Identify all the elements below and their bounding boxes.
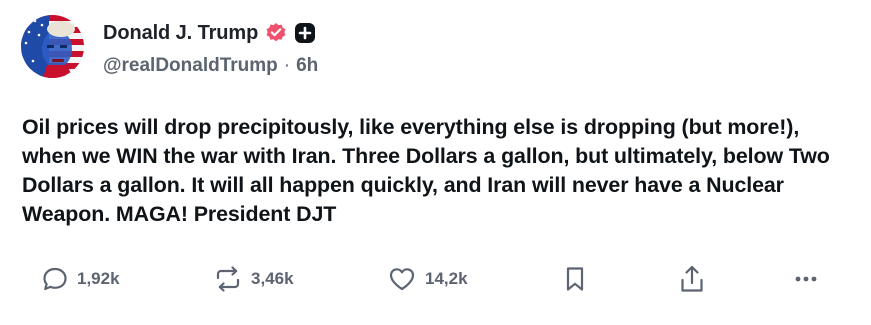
like-count: 14,2k	[425, 269, 468, 288]
reply-icon	[43, 267, 67, 291]
bookmark-button[interactable]	[563, 260, 587, 298]
share-button[interactable]	[679, 260, 705, 298]
bookmark-icon	[566, 267, 584, 291]
like-button[interactable]: 14,2k	[388, 260, 468, 298]
share-icon	[681, 265, 703, 292]
post-text: Oil prices will drop precipitously, like…	[22, 115, 830, 226]
timestamp[interactable]: 6h	[296, 55, 318, 77]
display-name[interactable]: Donald J. Trump	[103, 22, 258, 45]
plus-badge-icon	[294, 22, 316, 44]
handle-row: @realDonaldTrump · 6h	[103, 53, 318, 79]
name-row: Donald J. Trump	[103, 18, 318, 48]
post-card: Donald J. Trump @realDonaldTrump · 6h Oi…	[0, 0, 871, 325]
avatar-image	[21, 15, 84, 78]
separator: ·	[283, 55, 291, 76]
reply-count: 1,92k	[77, 269, 120, 288]
more-icon	[795, 276, 817, 282]
repost-count: 3,46k	[251, 269, 294, 288]
like-icon	[389, 268, 415, 291]
action-bar: 1,92k 3,46k 14,2k	[0, 260, 871, 298]
repost-button[interactable]: 3,46k	[214, 260, 294, 298]
reply-button[interactable]: 1,92k	[42, 260, 120, 298]
avatar[interactable]	[21, 15, 84, 78]
handle[interactable]: @realDonaldTrump	[103, 55, 278, 77]
more-options-button[interactable]	[793, 260, 819, 298]
post-header: Donald J. Trump @realDonaldTrump · 6h	[103, 18, 318, 79]
verified-badge-icon	[265, 22, 287, 44]
repost-icon	[216, 266, 240, 292]
